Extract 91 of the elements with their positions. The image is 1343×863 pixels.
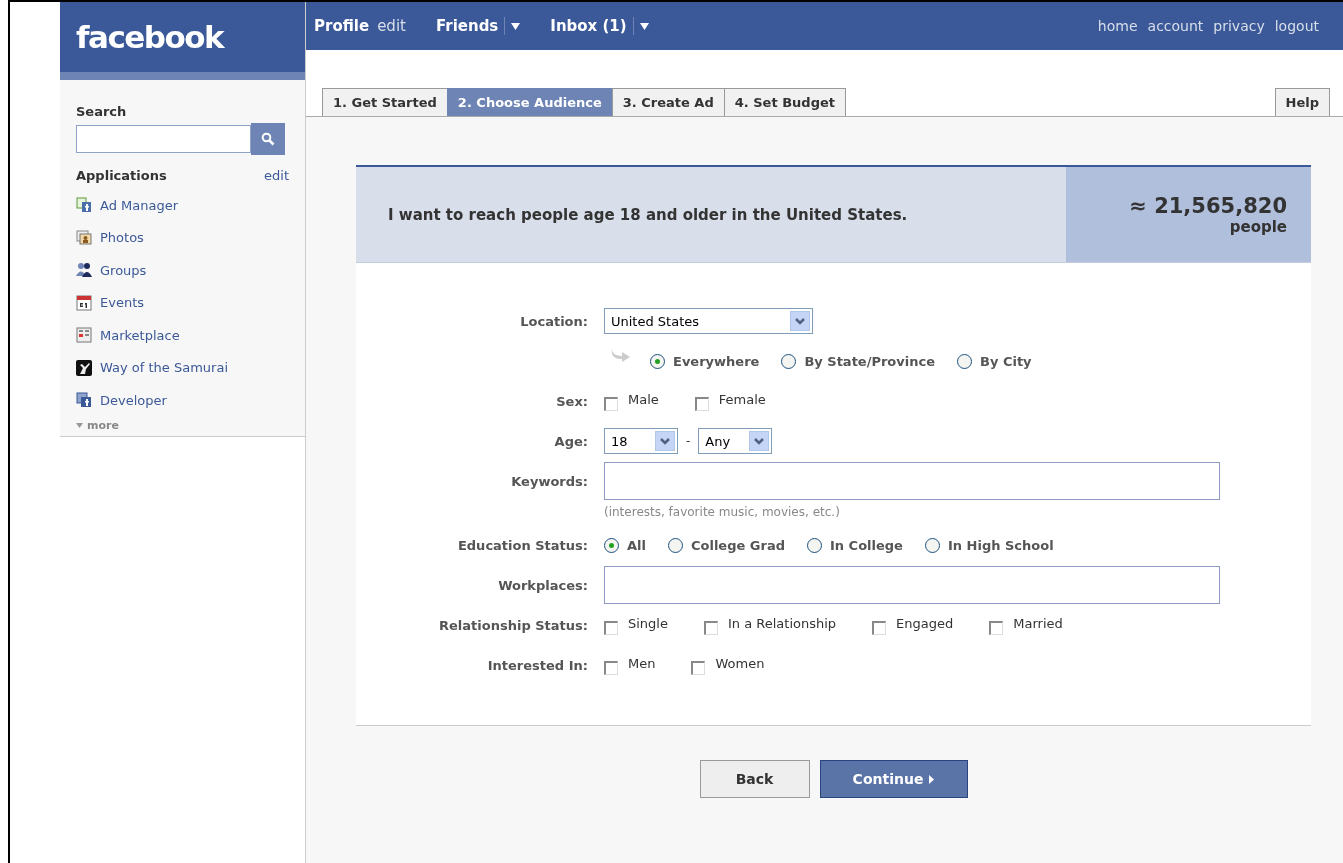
nav-link[interactable]: logout	[1274, 18, 1319, 34]
nav-link[interactable]: account	[1147, 18, 1204, 34]
reach-unit: people	[1229, 217, 1287, 236]
field-label: Relationship Status:	[438, 617, 588, 633]
checkbox-label[interactable]: Women	[715, 655, 765, 671]
radio-button[interactable]	[650, 353, 665, 369]
checkbox-label[interactable]: Engaged	[896, 615, 954, 631]
chevron-icon	[790, 311, 810, 331]
checkbox-label[interactable]: Married	[1013, 615, 1063, 631]
audience-summary: I want to reach people age 18 and older in the United States.	[387, 205, 909, 224]
continue-button[interactable]: Continue	[819, 760, 968, 798]
app-link[interactable]: Groups	[100, 262, 147, 278]
checkbox[interactable]	[604, 661, 618, 675]
logo[interactable]: facebook	[60, 2, 305, 80]
radio-label[interactable]: In College	[830, 537, 903, 553]
developer-icon[interactable]	[76, 392, 92, 409]
nav-link[interactable]: privacy	[1213, 18, 1265, 34]
applications-heading: Applications	[76, 168, 167, 183]
range-separator: -	[686, 434, 691, 448]
app-link[interactable]: Way of the Samurai	[100, 360, 228, 376]
checkbox[interactable]	[691, 661, 706, 675]
app-link[interactable]: Photos	[100, 230, 144, 246]
field-label: Age:	[553, 433, 588, 449]
step-tab[interactable]: 1. Get Started	[322, 88, 448, 116]
caret-icon[interactable]	[639, 22, 649, 30]
age-dropdown[interactable]: 18	[604, 428, 678, 454]
app-link[interactable]: Events	[100, 295, 144, 311]
samurai-icon[interactable]	[76, 359, 92, 376]
search-heading: Search	[76, 104, 128, 119]
help-tab[interactable]: Help	[1274, 88, 1330, 116]
radio-button[interactable]	[957, 353, 972, 369]
checkbox[interactable]	[703, 621, 718, 635]
radio-label[interactable]: In High School	[947, 537, 1054, 553]
nav-link[interactable]: Profile	[314, 17, 370, 35]
photos-icon[interactable]	[76, 229, 92, 246]
step-tab[interactable]: 2. Choose Audience	[446, 88, 613, 116]
location-dropdown[interactable]: United States	[604, 308, 813, 334]
app-link[interactable]: Developer	[100, 392, 167, 408]
checkbox-label[interactable]: In a Relationship	[727, 615, 837, 631]
checkbox[interactable]	[694, 397, 709, 411]
caret-icon	[76, 422, 83, 428]
checkbox[interactable]	[989, 621, 1004, 635]
radio-button[interactable]	[604, 537, 619, 553]
chevron-icon	[655, 431, 675, 451]
field-label: Interested In:	[486, 657, 588, 673]
app-link[interactable]: Ad Manager	[100, 197, 179, 213]
search-field[interactable]	[76, 125, 251, 153]
search-icon	[261, 132, 275, 146]
reach-count: ≈ 21,565,820	[1129, 193, 1287, 218]
radio-button[interactable]	[668, 537, 683, 553]
groups-icon[interactable]	[76, 262, 92, 279]
app-link[interactable]: Marketplace	[100, 327, 180, 343]
back-button[interactable]: Back	[699, 760, 810, 798]
edit-link[interactable]: edit	[264, 168, 289, 183]
search-button[interactable]	[251, 123, 285, 155]
radio-label[interactable]: By State/Province	[804, 353, 935, 369]
radio-label[interactable]: Everywhere	[673, 353, 760, 369]
text-field[interactable]	[604, 462, 1220, 500]
field-label: Workplaces:	[497, 577, 588, 593]
field-label: Location:	[519, 313, 588, 329]
marketplace-icon[interactable]	[76, 327, 92, 344]
field-label: Sex:	[555, 393, 588, 409]
checkbox[interactable]	[604, 621, 618, 635]
checkbox-label[interactable]: Single	[628, 615, 668, 631]
checkbox[interactable]	[872, 621, 887, 635]
events-icon[interactable]	[76, 294, 92, 311]
caret-icon[interactable]	[511, 22, 521, 30]
checkbox-label[interactable]: Male	[628, 391, 659, 407]
text-field[interactable]	[604, 566, 1220, 604]
age-dropdown[interactable]: Any	[698, 428, 773, 454]
nav-link[interactable]: Friends	[435, 17, 499, 35]
radio-label[interactable]: College Grad	[691, 537, 785, 553]
nav-link[interactable]: home	[1097, 18, 1138, 34]
checkbox-label[interactable]: Female	[718, 391, 766, 407]
radio-button[interactable]	[924, 537, 940, 553]
caret-icon	[929, 774, 935, 784]
step-tab[interactable]: 4. Set Budget	[723, 88, 846, 116]
radio-label[interactable]: By City	[980, 353, 1032, 369]
field-label: Education Status:	[456, 537, 588, 553]
nav-link[interactable]: Inbox (1)	[550, 17, 627, 35]
checkbox[interactable]	[604, 397, 618, 411]
field-label: Keywords:	[510, 473, 588, 489]
radio-label[interactable]: All	[627, 537, 646, 553]
field-hint: (interests, favorite music, movies, etc.)	[604, 505, 841, 519]
chevron-icon	[749, 431, 770, 451]
ads-icon[interactable]	[76, 197, 92, 214]
radio-button[interactable]	[781, 353, 797, 369]
nav-link[interactable]: edit	[377, 17, 406, 35]
step-tab[interactable]: 3. Create Ad	[611, 88, 725, 116]
radio-button[interactable]	[807, 537, 822, 553]
checkbox-label[interactable]: Men	[628, 655, 656, 671]
